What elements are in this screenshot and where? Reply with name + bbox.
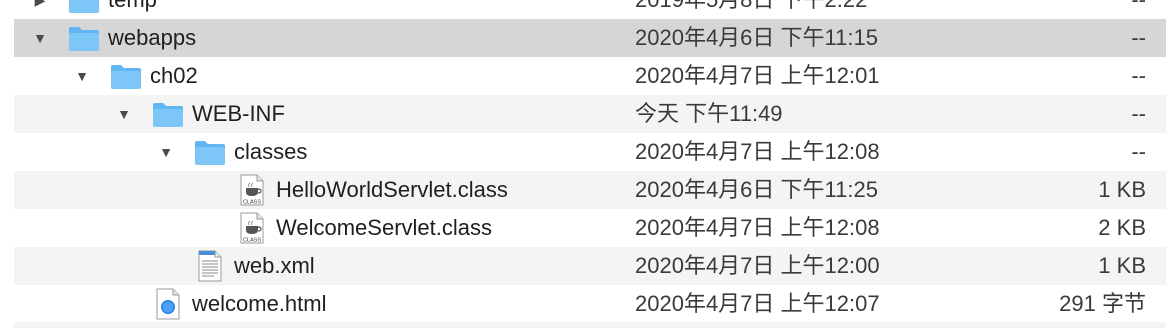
svg-text:CLASS: CLASS [243, 238, 261, 244]
java-class-file-icon: CLASS [240, 212, 264, 244]
file-name: classes [234, 139, 308, 164]
file-size: -- [1131, 25, 1146, 50]
list-item[interactable]: ▼ classes 2020年4月7日 上午12:08 -- [0, 133, 1166, 171]
sidebar-edge [0, 0, 14, 328]
disclosure-triangle-right-icon[interactable]: ▶ [30, 0, 50, 19]
file-name: WEB-INF [192, 101, 285, 126]
file-size: 291 字节 [1059, 291, 1146, 316]
file-name: web.xml [234, 253, 315, 278]
disclosure-triangle-down-icon[interactable]: ▼ [72, 57, 92, 95]
list-item[interactable]: CLASS HelloWorldServlet.class 2020年4月6日 … [0, 171, 1166, 209]
list-item[interactable]: ▶ temp 2019年5月8日 下午2:22 -- [0, 0, 1166, 19]
file-size: -- [1131, 63, 1146, 88]
date-modified: 今天 下午11:49 [635, 101, 783, 126]
list-item[interactable]: ▼ webapps 2020年4月6日 下午11:15 -- [0, 19, 1166, 57]
file-size: 1 KB [1098, 177, 1146, 202]
file-size: 1 KB [1098, 253, 1146, 278]
folder-icon [153, 103, 183, 127]
file-size: 2 KB [1098, 215, 1146, 240]
file-size: -- [1131, 0, 1146, 19]
safari-html-document-icon [156, 288, 180, 320]
svg-text:CLASS: CLASS [243, 200, 261, 206]
date-modified: 2020年4月6日 下午11:15 [635, 25, 878, 50]
file-name: webapps [108, 25, 197, 50]
date-modified: 2020年4月7日 上午12:08 [635, 139, 880, 164]
date-modified: 2019年5月8日 下午2:22 [635, 0, 867, 19]
file-name: WelcomeServlet.class [276, 215, 492, 240]
date-modified: 2020年4月7日 上午12:01 [635, 63, 880, 88]
folder-icon [69, 27, 99, 51]
file-size: -- [1131, 101, 1146, 126]
java-class-file-icon: CLASS [240, 174, 264, 206]
list-item[interactable]: welcome.html 2020年4月7日 上午12:07 291 字节 [0, 285, 1166, 323]
disclosure-triangle-down-icon[interactable]: ▼ [156, 133, 176, 171]
folder-icon [69, 0, 99, 13]
file-name: temp [108, 0, 157, 19]
list-footer [0, 322, 1166, 328]
disclosure-triangle-down-icon[interactable]: ▼ [30, 19, 50, 57]
folder-icon [195, 141, 225, 165]
file-size: -- [1131, 139, 1146, 164]
list-item[interactable]: CLASS WelcomeServlet.class 2020年4月7日 上午1… [0, 209, 1166, 247]
date-modified: 2020年4月7日 上午12:00 [635, 253, 880, 278]
file-name: ch02 [150, 63, 198, 88]
date-modified: 2020年4月7日 上午12:07 [635, 291, 880, 316]
folder-icon [111, 65, 141, 89]
list-item[interactable]: web.xml 2020年4月7日 上午12:00 1 KB [0, 247, 1166, 285]
date-modified: 2020年4月6日 下午11:25 [635, 177, 878, 202]
date-modified: 2020年4月7日 上午12:08 [635, 215, 880, 240]
file-name: HelloWorldServlet.class [276, 177, 508, 202]
list-item[interactable]: ▼ WEB-INF 今天 下午11:49 -- [0, 95, 1166, 133]
xml-document-icon [198, 250, 222, 282]
disclosure-triangle-down-icon[interactable]: ▼ [114, 95, 134, 133]
list-item[interactable]: ▼ ch02 2020年4月7日 上午12:01 -- [0, 57, 1166, 95]
file-name: welcome.html [192, 291, 327, 316]
